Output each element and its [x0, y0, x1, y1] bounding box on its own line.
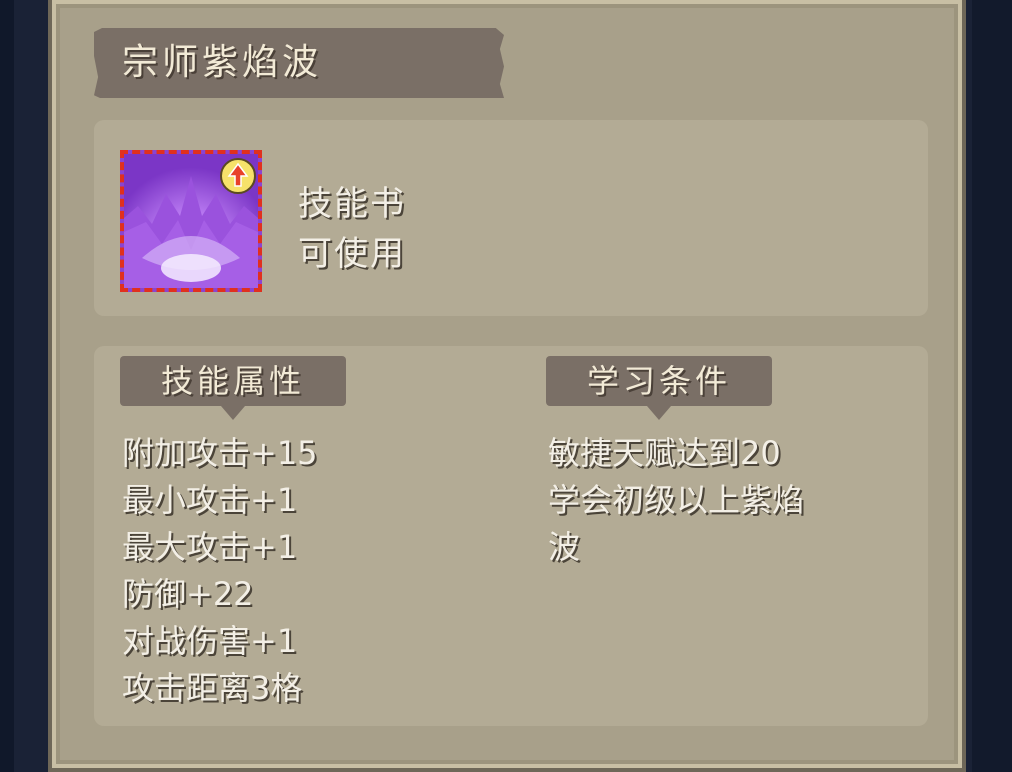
- item-title: 宗师紫焰波: [122, 42, 323, 83]
- purple-flame-wave-icon[interactable]: [120, 150, 262, 292]
- attribute-line: 最小攻击+1: [122, 481, 298, 519]
- attribute-line: 对战伤害+1: [122, 622, 298, 660]
- skill-attributes-list: 附加攻击+15 最小攻击+1 最大攻击+1 防御+22 对战伤害+1 攻击距离3…: [122, 430, 522, 712]
- requirement-line: 波: [548, 528, 581, 566]
- window-frame-left: [0, 0, 14, 772]
- learning-requirements-list: 敏捷天赋达到20 学会初级以上紫焰 波: [548, 430, 908, 571]
- attribute-line: 附加攻击+15: [122, 434, 318, 472]
- upgrade-arrow-icon: [220, 158, 256, 194]
- window-frame-right: [972, 0, 1012, 772]
- item-usable-label: 可使用: [298, 234, 406, 274]
- requirement-line: 敏捷天赋达到20: [548, 434, 781, 472]
- attribute-line: 最大攻击+1: [122, 528, 298, 566]
- item-type-label: 技能书: [298, 184, 406, 224]
- attribute-line: 防御+22: [122, 575, 254, 613]
- learning-requirements-header: 学习条件: [546, 356, 772, 420]
- attribute-line: 攻击距离3格: [122, 669, 303, 707]
- requirement-line: 学会初级以上紫焰: [548, 481, 805, 519]
- skill-attributes-header: 技能属性: [120, 356, 346, 420]
